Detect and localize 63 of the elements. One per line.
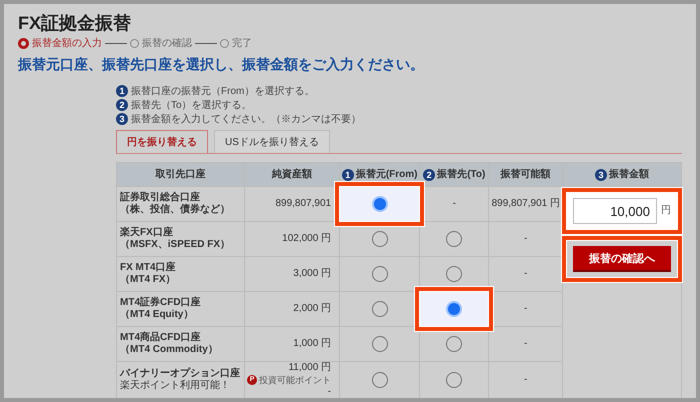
- step-number: 1: [342, 168, 354, 180]
- instruction-text: 振替金額を入力してください。（※カンマは不要）: [131, 112, 361, 126]
- column-header: 振替可能額: [488, 162, 562, 186]
- column-header: 振替先(To): [437, 168, 486, 180]
- net-assets-value: 899,807,901: [275, 198, 332, 210]
- account-name: 楽天FX口座: [120, 227, 174, 239]
- column-header: 取引先口座: [116, 162, 245, 186]
- account-name: MT4商品CFD口座: [120, 332, 202, 344]
- radio-button[interactable]: [446, 336, 462, 352]
- step-label: 振替の確認: [142, 36, 192, 50]
- column-header: 純資産額: [244, 162, 340, 186]
- net-assets-value: 3,000 円: [293, 268, 332, 280]
- radio-button[interactable]: [372, 196, 388, 212]
- point-value: -: [328, 386, 332, 398]
- net-assets-value: 2,000 円: [293, 303, 332, 315]
- account-name: FX MT4口座: [120, 262, 177, 274]
- radio-button[interactable]: [372, 336, 388, 352]
- point-label: 投資可能ポイント: [259, 374, 332, 386]
- available-amount: -: [524, 233, 528, 244]
- amount-field[interactable]: 10,000: [572, 198, 657, 224]
- step-label: 振替金額の入力: [32, 36, 102, 50]
- account-name: 証券取引総合口座: [120, 192, 201, 204]
- radio-button[interactable]: [446, 266, 462, 282]
- account-detail: （MT4 Equity）: [120, 309, 194, 321]
- column-header: 振替金額: [608, 168, 649, 180]
- net-assets-value: 102,000 円: [282, 233, 332, 245]
- step-number: 2: [116, 99, 128, 111]
- account-detail: （株、投信、債券など）: [120, 204, 231, 216]
- radio-button[interactable]: [372, 372, 388, 388]
- radio-button[interactable]: [446, 301, 462, 317]
- step-number: 3: [594, 168, 607, 180]
- radio-button[interactable]: [372, 231, 388, 247]
- available-amount: -: [524, 374, 528, 385]
- net-assets-value: 1,000 円: [293, 338, 332, 350]
- net-assets-value: 11,000 円: [288, 362, 332, 374]
- account-detail: （MT4 FX）: [120, 274, 177, 286]
- headline: 振替元口座、振替先口座を選択し、振替金額をご入力ください。: [18, 55, 425, 73]
- radio-button[interactable]: [372, 266, 388, 282]
- available-amount: -: [524, 303, 528, 314]
- step-number: 3: [116, 113, 128, 125]
- confirm-button[interactable]: 振替の確認へ: [572, 246, 671, 272]
- radio-button[interactable]: [372, 301, 388, 317]
- step-number: 1: [116, 85, 128, 97]
- currency-unit: 円: [660, 205, 671, 217]
- tab[interactable]: 円を振り替える: [116, 130, 208, 153]
- available-amount: -: [524, 338, 528, 349]
- radio-button[interactable]: [446, 231, 462, 247]
- radio-button[interactable]: [446, 372, 462, 388]
- tab[interactable]: USドルを振り替える: [214, 130, 330, 153]
- account-detail: （MT4 Commodity）: [120, 344, 219, 356]
- step-number: 2: [423, 168, 436, 180]
- instruction-text: 振替口座の振替元（From）を選択する。: [131, 84, 314, 98]
- page-title: FX証拠金振替: [18, 12, 132, 34]
- column-header: 振替元(From): [356, 168, 418, 180]
- available-amount: -: [524, 268, 528, 279]
- account-name: MT4証券CFD口座: [120, 297, 202, 309]
- step-label: 完了: [232, 36, 252, 50]
- account-name: バイナリーオプション口座: [120, 368, 241, 380]
- account-note: 楽天ポイント利用可能！: [120, 380, 231, 392]
- cell-text: -: [452, 198, 456, 210]
- available-amount: 899,807,901 円: [492, 198, 560, 209]
- instruction-text: 振替先（To）を選択する。: [131, 98, 252, 112]
- account-detail: （MSFX、iSPEED FX）: [120, 239, 232, 251]
